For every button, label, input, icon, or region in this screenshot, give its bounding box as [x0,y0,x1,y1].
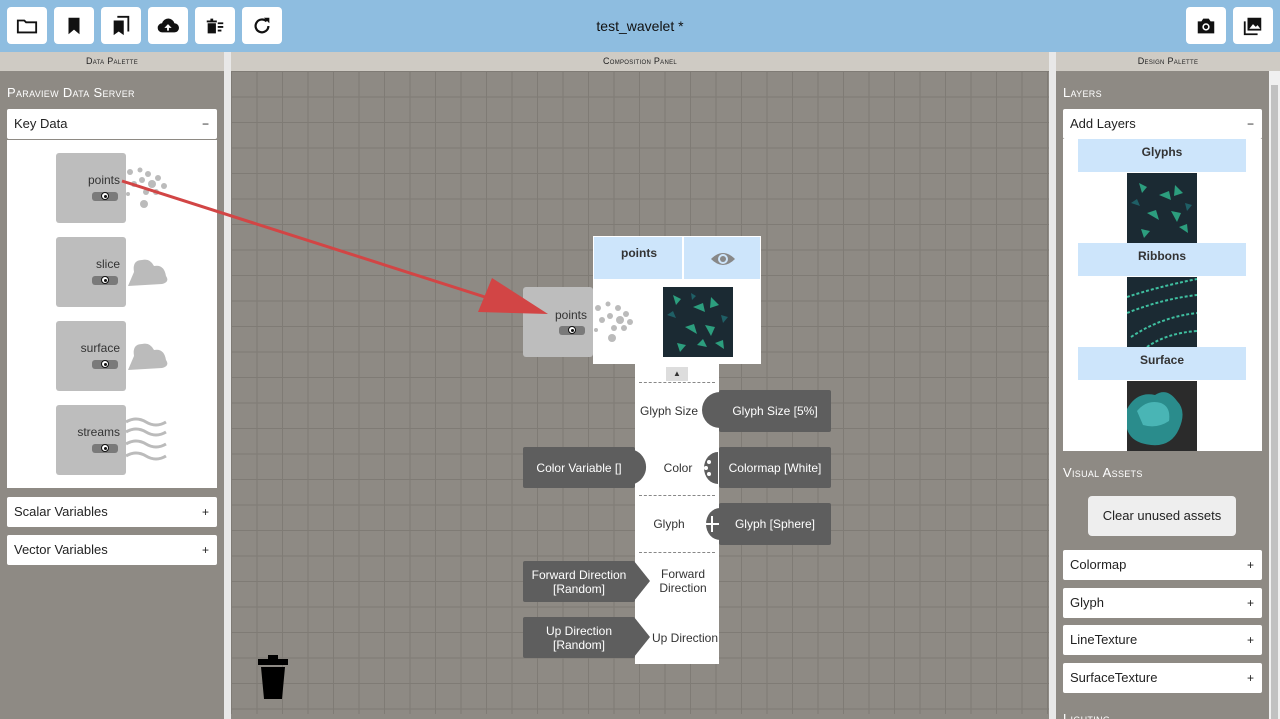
expand-icon[interactable]: + [202,535,209,565]
composition-data-tile[interactable]: points [523,287,593,357]
key-data-label: Key Data [14,116,68,131]
key-data-accordion[interactable]: Key Data − [7,109,217,139]
linetexture-accordion[interactable]: LineTexture + [1063,625,1262,655]
tile-label: surface [80,341,120,355]
glyphs-preview-thumbnail [663,287,733,357]
data-tile-slice[interactable]: slice [56,237,126,307]
data-palette-header: Data Palette [0,52,224,71]
layer-node-name: points [621,246,657,260]
glyph-accordion[interactable]: Glyph + [1063,588,1262,618]
composition-panel-header: Composition Panel [231,52,1049,71]
tile-label: points [554,308,587,322]
collapse-icon[interactable]: − [202,109,209,139]
scalar-variables-label: Scalar Variables [14,504,108,519]
data-tile-surface[interactable]: surface [56,321,126,391]
expand-icon[interactable]: + [1247,550,1254,580]
visibility-icon[interactable] [92,360,118,369]
clear-unused-assets-button[interactable]: Clear unused assets [1088,496,1236,536]
colormap-label: Colormap [1070,557,1127,572]
add-layers-accordion[interactable]: Add Layers − [1063,109,1262,139]
refresh-icon[interactable] [242,7,282,44]
vector-variables-accordion[interactable]: Vector Variables + [7,535,217,565]
forward-direction-connector [634,561,650,601]
glyph-label: Glyph [653,517,685,531]
trash-icon[interactable] [258,655,288,699]
points-cloud-icon [594,301,633,342]
folder-icon[interactable] [7,7,47,44]
visibility-icon[interactable] [92,192,118,201]
layer-node-header[interactable]: points [593,236,761,281]
scalar-variables-accordion[interactable]: Scalar Variables + [7,497,217,527]
image-icon[interactable] [1233,7,1273,44]
expand-icon[interactable]: + [1247,625,1254,655]
expand-icon[interactable]: + [1247,663,1254,693]
surfacetexture-label: SurfaceTexture [1070,670,1158,685]
divider [639,552,715,553]
divider [639,495,715,496]
divider [682,237,684,281]
expand-icon[interactable]: + [1247,588,1254,618]
add-layers-label: Add Layers [1070,116,1136,131]
colormap-button[interactable]: Colormap [White] [719,447,831,488]
bookmarks-icon[interactable] [101,7,141,44]
vector-variables-label: Vector Variables [14,542,108,557]
color-variable-connector [634,450,647,484]
up-direction-button[interactable]: Up Direction [Random] [523,617,635,658]
layer-ribbons-button[interactable]: Ribbons [1078,243,1246,276]
design-palette-scrollbar[interactable] [1269,71,1280,719]
data-tile-points[interactable]: points [56,153,126,223]
glyph-label: Glyph [1070,595,1104,610]
colormap-accordion[interactable]: Colormap + [1063,550,1262,580]
bookmark-icon[interactable] [54,7,94,44]
tile-label: streams [77,425,120,439]
expand-icon[interactable]: + [202,497,209,527]
forward-direction-label: Forward Direction [659,567,707,595]
color-variable-button[interactable]: Color Variable [] [523,447,635,488]
eye-icon[interactable] [710,250,736,268]
streams-icon [125,417,167,461]
visual-assets-title: Visual Assets [1063,465,1143,480]
cloud-upload-icon[interactable] [148,7,188,44]
slice-icon [128,259,168,286]
design-palette-header: Design Palette [1056,52,1280,71]
camera-icon[interactable] [1186,7,1226,44]
data-tile-streams[interactable]: streams [56,405,126,475]
collapse-properties-button[interactable]: ▲ [666,367,688,381]
glyph-size-label: Glyph Size [639,404,699,418]
layer-surface-button[interactable]: Surface [1078,347,1246,380]
palette-icon [704,452,718,484]
divider [639,382,715,383]
delete-list-icon[interactable] [195,7,235,44]
top-toolbar: test_wavelet * [0,0,1280,52]
glyphs-thumbnail[interactable] [1127,173,1197,243]
surfacetexture-accordion[interactable]: SurfaceTexture + [1063,663,1262,693]
visibility-icon[interactable] [559,326,585,335]
color-label: Color [663,461,693,475]
surface-icon [128,343,168,370]
surface-thumbnail[interactable] [1127,381,1197,451]
lighting-title: Lighting [1063,711,1111,719]
points-cloud-icon [126,167,167,208]
tile-label: points [87,173,120,187]
up-direction-connector [634,617,650,657]
glyph-button[interactable]: Glyph [Sphere] [719,503,831,545]
visibility-icon[interactable] [92,276,118,285]
server-title: Paraview Data Server [7,85,135,100]
layers-title: Layers [1063,85,1102,100]
forward-direction-button[interactable]: Forward Direction [Random] [523,561,635,602]
linetexture-label: LineTexture [1070,632,1138,647]
document-title: test_wavelet * [596,18,684,34]
visibility-icon[interactable] [92,444,118,453]
ribbons-thumbnail[interactable] [1127,277,1197,347]
layer-glyphs-button[interactable]: Glyphs [1078,139,1246,172]
up-direction-label: Up Direction [651,631,719,645]
collapse-icon[interactable]: − [1247,109,1254,139]
scrollbar-thumb[interactable] [1271,85,1278,719]
tile-label: slice [95,257,120,271]
glyph-size-button[interactable]: Glyph Size [5%] [719,390,831,432]
